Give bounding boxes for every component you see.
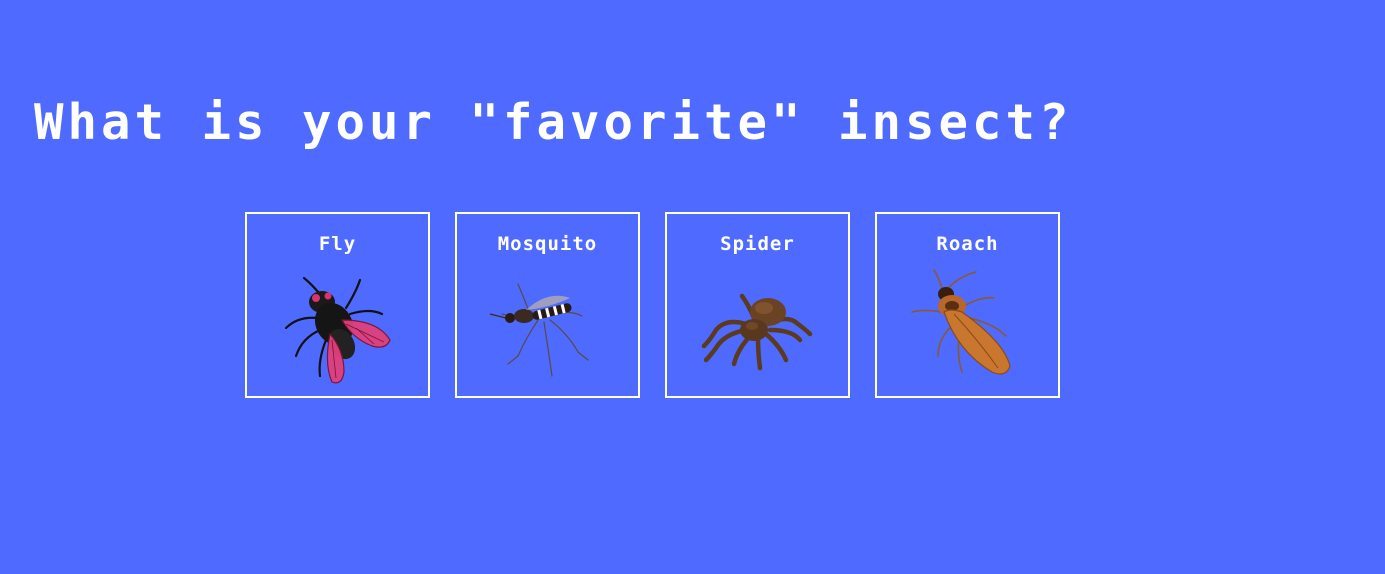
quiz-page: What is your "favorite" insect? Fly Mosq… [0, 0, 1385, 574]
spider-icon [701, 293, 812, 371]
mosquito-icon [489, 283, 589, 377]
option-label: Roach [936, 233, 999, 255]
fly-icon [284, 276, 391, 384]
option-roach[interactable]: Roach [875, 212, 1060, 398]
question-title: What is your "favorite" insect? [34, 94, 1073, 151]
answer-options: Fly Mosquito Spider Roach [245, 212, 1060, 398]
option-spider[interactable]: Spider [665, 212, 850, 398]
option-label: Fly [318, 233, 357, 255]
option-mosquito[interactable]: Mosquito [455, 212, 640, 398]
option-fly[interactable]: Fly [245, 212, 430, 398]
roach-icon [910, 269, 1011, 375]
option-label: Spider [720, 233, 795, 255]
option-label: Mosquito [497, 233, 598, 255]
